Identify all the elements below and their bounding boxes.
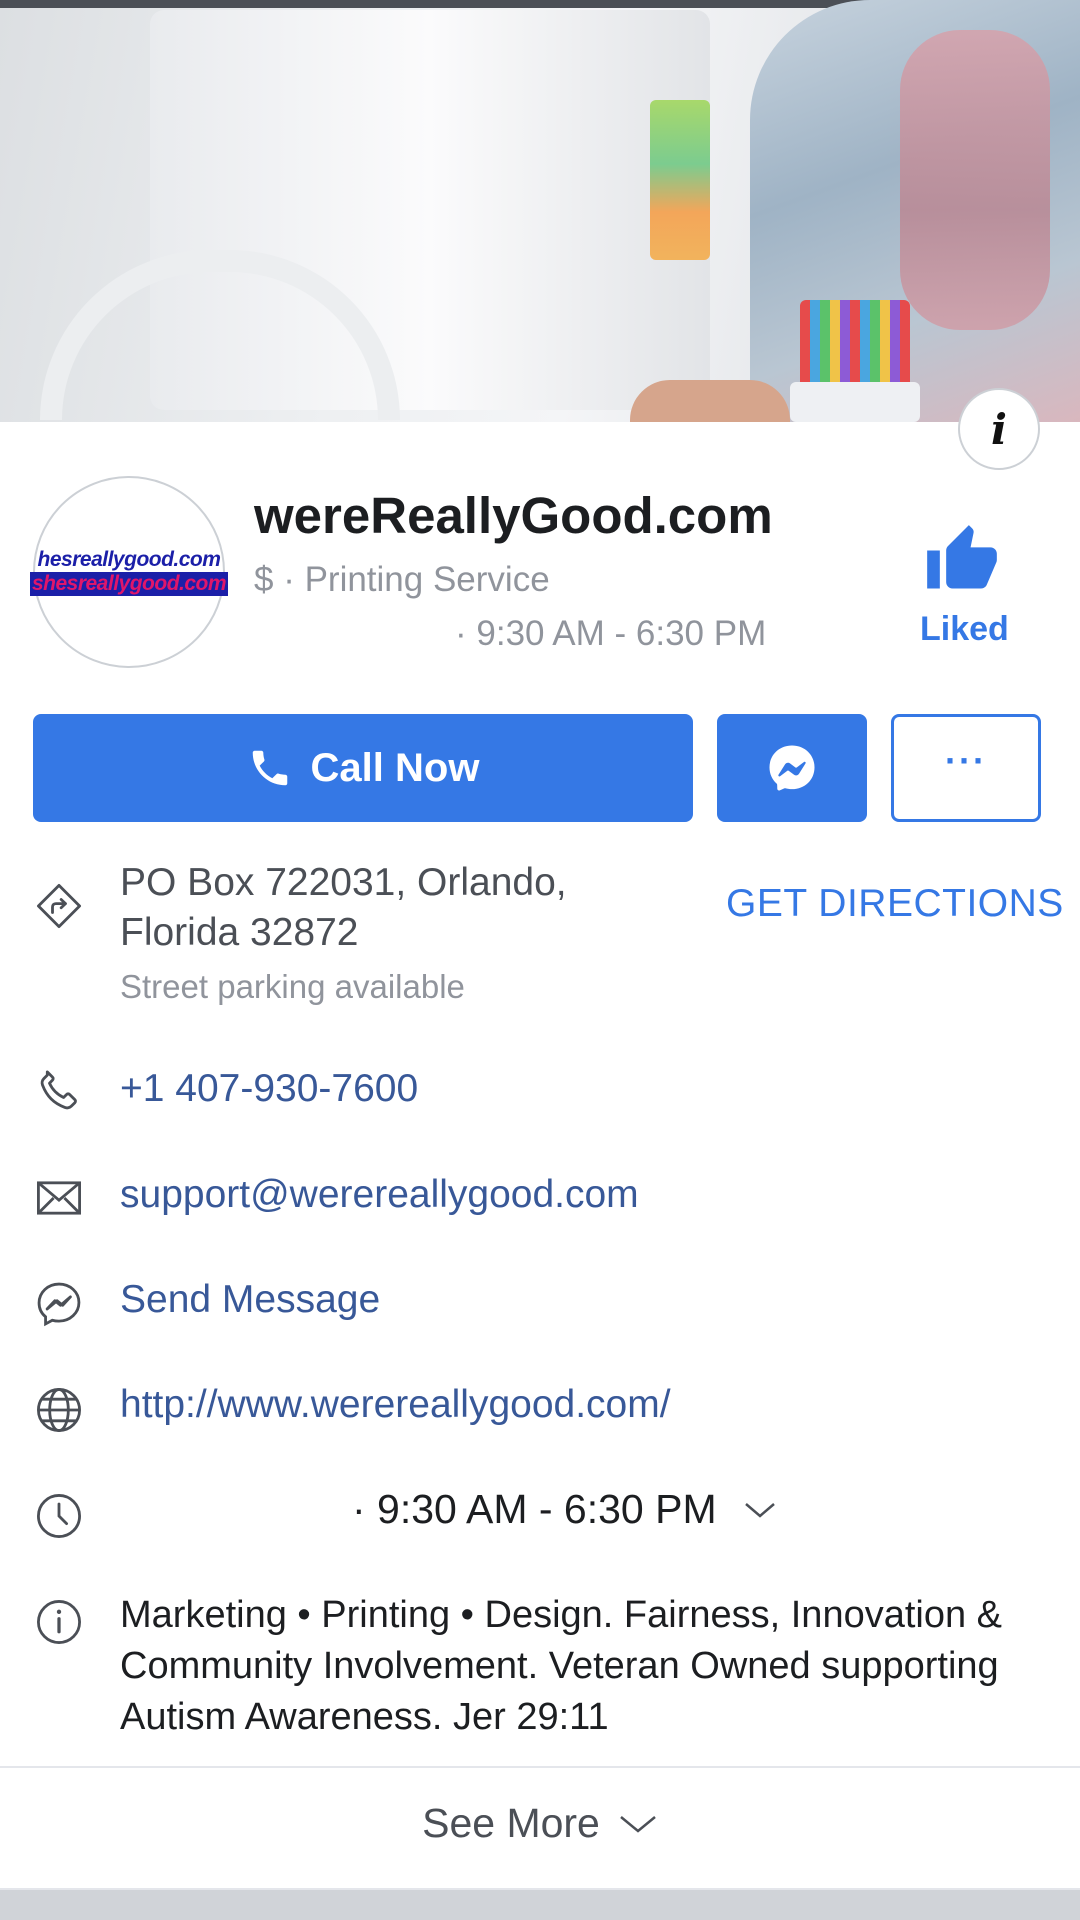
liked-label[interactable]: Liked xyxy=(920,610,1009,649)
chevron-down-icon xyxy=(620,1815,656,1833)
messenger-icon xyxy=(769,745,815,791)
phone-icon xyxy=(40,1070,77,1110)
thumbs-up-icon[interactable] xyxy=(924,522,1000,598)
call-now-label: Call Now xyxy=(310,745,480,790)
phone-icon xyxy=(252,750,287,786)
call-now-button[interactable]: Call Now xyxy=(33,714,693,822)
email-link[interactable]: support@werereallygood.com xyxy=(120,1173,639,1217)
cover-hand-shape xyxy=(630,380,790,422)
message-button[interactable] xyxy=(717,714,867,822)
more-options-button[interactable]: ··· xyxy=(891,714,1041,822)
see-more-button[interactable]: See More xyxy=(0,1800,1080,1847)
parking-info: Street parking available xyxy=(120,968,465,1005)
phone-number-link[interactable]: +1 407-930-7600 xyxy=(120,1067,418,1111)
page-category: $ · Printing Service xyxy=(254,560,550,599)
cover-pencil-cup-shape xyxy=(790,300,920,422)
directions-icon xyxy=(37,884,81,928)
globe-icon xyxy=(37,1388,81,1432)
address-line1: PO Box 722031, Orlando, xyxy=(120,861,567,904)
send-message-link[interactable]: Send Message xyxy=(120,1278,380,1322)
clock-icon xyxy=(37,1494,81,1538)
bottom-edge-strip xyxy=(0,1890,1080,1920)
about-description: Marketing • Printing • Design. Fairness,… xyxy=(120,1594,1003,1738)
info-icon[interactable]: i xyxy=(958,388,1040,470)
cover-photo[interactable] xyxy=(0,0,1080,422)
page-hours-summary: · 9:30 AM - 6:30 PM xyxy=(455,614,767,653)
avatar[interactable]: hesreallygood.com shesreallygood.com xyxy=(29,476,229,668)
hours-dropdown[interactable]: · 9:30 AM - 6:30 PM xyxy=(352,1486,777,1533)
address-text: PO Box 722031, Orlando, Florida 32872 xyxy=(120,858,567,958)
avatar-logo-line2: shesreallygood.com xyxy=(29,572,229,596)
cover-scarf-shape xyxy=(900,30,1050,330)
cover-sticky-notes-shape xyxy=(650,100,710,260)
hours-text: · 9:30 AM - 6:30 PM xyxy=(352,1486,717,1532)
website-link[interactable]: http://www.werereallygood.com/ xyxy=(120,1383,671,1427)
address-line2: Florida 32872 xyxy=(120,911,359,954)
about-info-icon xyxy=(37,1600,81,1644)
get-directions-link[interactable]: GET DIRECTIONS xyxy=(726,882,1064,926)
avatar-logo-line1: hesreallygood.com xyxy=(37,548,221,571)
chevron-down-icon xyxy=(744,1502,775,1518)
page-title: wereReallyGood.com xyxy=(254,487,773,544)
divider xyxy=(0,1766,1080,1768)
messenger-icon xyxy=(37,1282,81,1327)
see-more-label: See More xyxy=(422,1800,600,1846)
mail-icon xyxy=(37,1181,81,1215)
